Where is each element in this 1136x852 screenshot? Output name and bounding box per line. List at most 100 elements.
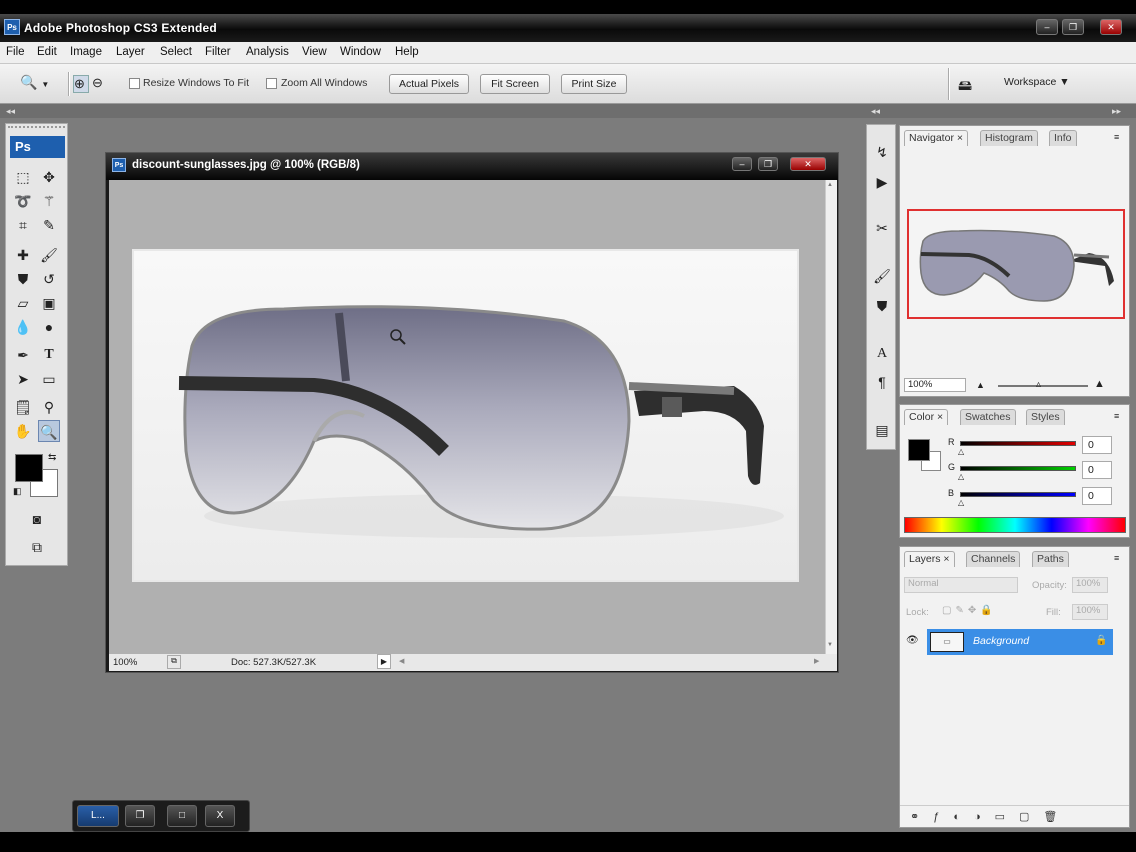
fill-field[interactable]: 100%: [1072, 604, 1108, 620]
default-colors-icon[interactable]: ◧: [13, 486, 22, 497]
tab-navigator[interactable]: Navigator ×: [904, 130, 969, 146]
menu-help[interactable]: Help: [395, 46, 419, 58]
paragraph-panel-icon[interactable]: ¶: [871, 371, 893, 393]
status-menu-icon[interactable]: ⧉: [167, 655, 181, 669]
screen-mode-icon[interactable]: ⧉: [26, 536, 48, 558]
toolbox-grip[interactable]: [8, 126, 65, 132]
navigator-zoom-field[interactable]: 100%: [904, 378, 966, 392]
scroll-left-icon[interactable]: ◀: [399, 657, 404, 665]
navigator-menu-icon[interactable]: ≡: [1114, 132, 1119, 142]
vertical-scrollbar[interactable]: ▲ ▼: [825, 180, 837, 654]
tool-presets-icon[interactable]: ✂: [871, 217, 893, 239]
red-value-field[interactable]: 0: [1082, 436, 1112, 454]
tab-swatches[interactable]: Swatches: [960, 409, 1016, 425]
tab-info[interactable]: Info: [1049, 130, 1077, 146]
blue-value-field[interactable]: 0: [1082, 487, 1112, 505]
sunglasses-image[interactable]: [132, 249, 799, 582]
navigator-zoom-out-icon[interactable]: ▲: [976, 380, 985, 390]
green-value-field[interactable]: 0: [1082, 461, 1112, 479]
clone-source-icon[interactable]: ⛊: [871, 295, 893, 317]
navigator-view-box[interactable]: [907, 209, 1125, 319]
maximize-window-button[interactable]: □: [167, 805, 197, 827]
tab-paths[interactable]: Paths: [1032, 551, 1069, 567]
scroll-right-icon[interactable]: ▶: [814, 657, 819, 665]
history-panel-icon[interactable]: ↯: [871, 141, 893, 163]
magic-wand-tool-icon[interactable]: ⚚: [38, 190, 60, 212]
close-window-button[interactable]: X: [205, 805, 235, 827]
print-size-button[interactable]: Print Size: [561, 74, 627, 94]
color-foreground-swatch[interactable]: [908, 439, 930, 461]
zoom-all-windows-checkbox[interactable]: [266, 78, 277, 89]
move-tool-icon[interactable]: ✥: [38, 166, 60, 188]
gradient-tool-icon[interactable]: ▣: [38, 292, 60, 314]
swap-colors-icon[interactable]: ⇆: [48, 452, 56, 463]
tab-color[interactable]: Color ×: [904, 409, 949, 425]
actions-panel-icon[interactable]: ▶: [871, 171, 893, 193]
lock-options-icons[interactable]: ▢✎✥🔒: [942, 605, 997, 616]
doc-maximize-button[interactable]: ❐: [758, 157, 778, 171]
foreground-color-front[interactable]: [15, 454, 43, 482]
pen-tool-icon[interactable]: ✒: [12, 344, 34, 366]
collapse-toolbox-icon[interactable]: ◂◂: [6, 106, 15, 117]
scroll-down-icon[interactable]: ▼: [827, 642, 833, 648]
rectangle-tool-icon[interactable]: ▭: [38, 368, 60, 390]
doc-minimize-button[interactable]: –: [732, 157, 752, 171]
collapse-panels-icon[interactable]: ▸▸: [1112, 106, 1121, 117]
blue-slider[interactable]: [960, 492, 1076, 497]
canvas-area[interactable]: [109, 180, 825, 654]
eraser-tool-icon[interactable]: ▱: [12, 292, 34, 314]
menu-select[interactable]: Select: [160, 46, 192, 58]
minimized-window-button[interactable]: L...: [77, 805, 119, 827]
blend-mode-select[interactable]: Normal: [904, 577, 1018, 593]
doc-close-button[interactable]: ✕: [790, 157, 826, 171]
green-slider-thumb[interactable]: △: [958, 472, 964, 481]
type-tool-icon[interactable]: T: [38, 344, 60, 366]
eyedropper-tool-icon[interactable]: ⚲: [38, 396, 60, 418]
navigator-zoom-in-icon[interactable]: ▲: [1094, 378, 1105, 390]
red-slider[interactable]: [960, 441, 1076, 446]
red-slider-thumb[interactable]: △: [958, 447, 964, 456]
crop-tool-icon[interactable]: ⌗: [12, 214, 34, 236]
path-selection-tool-icon[interactable]: ➤: [12, 368, 34, 390]
clone-stamp-tool-icon[interactable]: ⛊: [12, 268, 34, 290]
blur-tool-icon[interactable]: 💧: [12, 316, 34, 338]
lasso-tool-icon[interactable]: ➰: [12, 190, 34, 212]
fit-screen-button[interactable]: Fit Screen: [480, 74, 550, 94]
hand-tool-icon[interactable]: ✋: [12, 420, 34, 442]
zoom-tool-icon[interactable]: 🔍: [38, 420, 60, 442]
menu-view[interactable]: View: [302, 46, 327, 58]
layers-footer-icons[interactable]: ⚭ƒ◐◑▭▢🗑: [900, 805, 1129, 827]
brushes-panel-icon[interactable]: 🖌: [871, 265, 893, 287]
minimize-button[interactable]: –: [1036, 19, 1058, 35]
resize-windows-checkbox[interactable]: [129, 78, 140, 89]
tab-styles[interactable]: Styles: [1026, 409, 1065, 425]
navigator-zoom-thumb[interactable]: ▵: [1036, 379, 1041, 390]
layer-visibility-eye-icon[interactable]: 👁: [906, 635, 919, 646]
bridge-icon[interactable]: 🖴: [958, 75, 982, 93]
zoom-in-icon[interactable]: ⊕: [73, 75, 89, 93]
menu-window[interactable]: Window: [340, 46, 381, 58]
tab-layers[interactable]: Layers ×: [904, 551, 955, 567]
color-menu-icon[interactable]: ≡: [1114, 411, 1119, 421]
layers-menu-icon[interactable]: ≡: [1114, 553, 1119, 563]
restore-button[interactable]: ❐: [125, 805, 155, 827]
notes-tool-icon[interactable]: 🗒: [12, 396, 34, 418]
maximize-button[interactable]: ❐: [1062, 19, 1084, 35]
layer-name[interactable]: Background: [973, 635, 1029, 647]
scroll-up-icon[interactable]: ▲: [827, 182, 833, 188]
layer-selected-highlight[interactable]: ▭ Background 🔒: [927, 629, 1113, 655]
menu-edit[interactable]: Edit: [37, 46, 57, 58]
tab-channels[interactable]: Channels: [966, 551, 1021, 567]
menu-filter[interactable]: Filter: [205, 46, 231, 58]
menu-analysis[interactable]: Analysis: [246, 46, 289, 58]
zoom-tool-preset-icon[interactable]: 🔍 ▼: [20, 74, 60, 94]
close-button[interactable]: ✕: [1100, 19, 1122, 35]
opacity-field[interactable]: 100%: [1072, 577, 1108, 593]
slice-tool-icon[interactable]: ✎: [38, 214, 60, 236]
character-panel-icon[interactable]: A: [871, 343, 893, 365]
zoom-out-icon[interactable]: ⊖: [92, 75, 108, 93]
green-slider[interactable]: [960, 466, 1076, 471]
menu-image[interactable]: Image: [70, 46, 102, 58]
collapse-dock-icon[interactable]: ◂◂: [871, 106, 880, 117]
brush-tool-icon[interactable]: 🖌: [38, 244, 60, 266]
